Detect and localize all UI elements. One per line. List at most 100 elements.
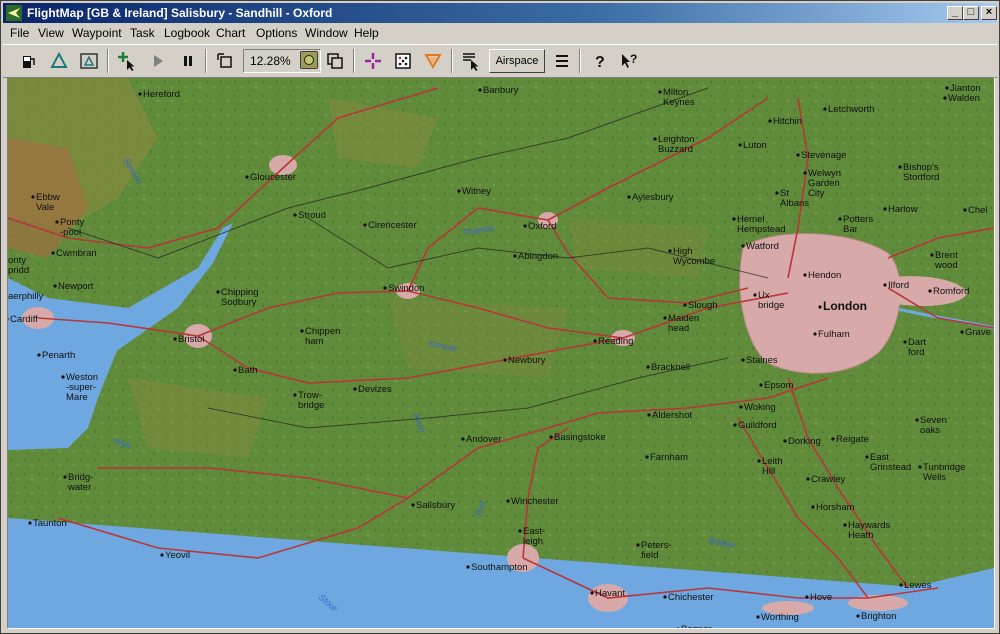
place-label: Horsham — [816, 502, 855, 513]
town-dot — [856, 614, 860, 618]
add-waypoint-button[interactable] — [115, 49, 139, 73]
place-label: Devizes — [358, 384, 392, 395]
town-dot — [523, 224, 527, 228]
hills-area — [388, 298, 568, 378]
help-button[interactable]: ? — [587, 49, 611, 73]
town-dot — [663, 316, 667, 320]
place-label: Epsom — [764, 380, 794, 391]
town-dot — [63, 475, 67, 479]
town-dot — [518, 529, 522, 533]
place-label: Cirencester — [368, 220, 417, 231]
town-dot — [466, 565, 470, 569]
town-dot — [461, 437, 465, 441]
town-dot — [806, 477, 810, 481]
place-label: Yeovil — [165, 550, 190, 561]
town-dot — [783, 439, 787, 443]
place-label: Bath — [238, 365, 258, 376]
menu-window[interactable]: Window — [305, 26, 348, 40]
place-label: Stevenage — [801, 150, 846, 161]
menu-waypoint[interactable]: Waypoint — [72, 26, 122, 40]
town-dot — [865, 455, 869, 459]
town-dot — [843, 523, 847, 527]
place-label: Chel — [968, 205, 988, 216]
town-dot — [803, 171, 807, 175]
town-dot — [53, 284, 57, 288]
town-dot — [353, 387, 357, 391]
town-dot — [503, 358, 507, 362]
town-dot — [513, 254, 517, 258]
zoom-level-box[interactable]: 12.28% — [243, 49, 321, 73]
place-label: Newport — [58, 281, 94, 292]
town-dot — [757, 459, 761, 463]
town-dot — [915, 418, 919, 422]
town-dot — [457, 189, 461, 193]
town-dot — [173, 337, 177, 341]
place-label: Harlow — [888, 204, 918, 215]
task-triangle-button[interactable] — [47, 49, 71, 73]
place-label: Oxford — [528, 221, 557, 232]
town-dot — [928, 289, 932, 293]
place-label: Bracknell — [651, 362, 690, 373]
title-bar[interactable]: FlightMap [GB & Ireland] Salisbury - San… — [3, 3, 997, 23]
place-label: Brent wood — [934, 250, 958, 271]
menu-file[interactable]: File — [10, 26, 29, 40]
minimize-button[interactable]: _ — [947, 6, 963, 20]
funnel-button[interactable] — [421, 49, 445, 73]
place-label: Salisbury — [416, 500, 455, 511]
place-label: Trow-bridge — [298, 390, 324, 411]
play-button[interactable] — [146, 49, 170, 73]
place-label: Penarth — [42, 350, 75, 361]
town-dot — [411, 503, 415, 507]
fuel-pump-button[interactable] — [17, 49, 41, 73]
place-label: Cardiff — [10, 314, 38, 325]
place-label: Stroud — [298, 210, 326, 221]
task-frame-button[interactable] — [77, 49, 101, 73]
town-dot — [930, 253, 934, 257]
airspace-button[interactable]: Airspace — [489, 49, 545, 73]
town-dot — [245, 175, 249, 179]
menu-task[interactable]: Task — [130, 26, 155, 40]
map-view[interactable]: Hereford Banbury Milton Keynes Letchworth Hit… — [7, 77, 995, 629]
pause-button[interactable] — [176, 49, 200, 73]
town-dot — [37, 353, 41, 357]
town-dot — [823, 107, 827, 111]
town-dot — [590, 591, 594, 595]
place-label: Brighton — [861, 611, 896, 622]
frame-button[interactable] — [213, 49, 237, 73]
place-label: Chichester — [668, 592, 713, 603]
place-label: Winchester — [511, 496, 559, 507]
layers-button[interactable] — [550, 49, 574, 73]
town-dot — [960, 330, 964, 334]
zoom-ok-icon[interactable] — [300, 51, 318, 69]
place-label: Gloucester — [250, 172, 296, 183]
hamburger-icon — [556, 55, 568, 67]
menu-view[interactable]: View — [38, 26, 64, 40]
town-dot — [739, 405, 743, 409]
place-label: Abingdon — [518, 251, 558, 262]
close-button[interactable]: × — [981, 6, 997, 20]
town-dot — [478, 88, 482, 92]
crosshair-button[interactable] — [361, 49, 385, 73]
dice-button[interactable] — [391, 49, 415, 73]
place-label: onty pridd — [8, 255, 29, 276]
town-dot — [683, 303, 687, 307]
flightmap-app-icon — [6, 5, 22, 21]
place-label: Hereford — [143, 89, 180, 100]
pointer-list-icon — [463, 53, 479, 71]
map-canvas[interactable]: Hereford Banbury Milton KeynesLetchworthHit… — [8, 78, 994, 628]
windows-button[interactable] — [323, 49, 347, 73]
town-dot — [732, 217, 736, 221]
menu-chart[interactable]: Chart — [216, 26, 245, 40]
menu-bar: File View Waypoint Task Logbook Chart Op… — [3, 24, 997, 43]
maximize-button[interactable]: □ — [963, 6, 979, 20]
place-label: Hove — [810, 592, 832, 603]
pointer-list-button[interactable] — [459, 49, 483, 73]
menu-logbook[interactable]: Logbook — [164, 26, 210, 40]
app-window: FlightMap [GB & Ireland] Salisbury - San… — [0, 0, 1000, 634]
context-help-button[interactable]: ? — [617, 49, 641, 73]
menu-help[interactable]: Help — [354, 26, 379, 40]
place-label: Leighton Buzzard — [658, 134, 694, 155]
town-dot — [300, 329, 304, 333]
place-label: Taunton — [33, 518, 67, 529]
menu-options[interactable]: Options — [256, 26, 297, 40]
